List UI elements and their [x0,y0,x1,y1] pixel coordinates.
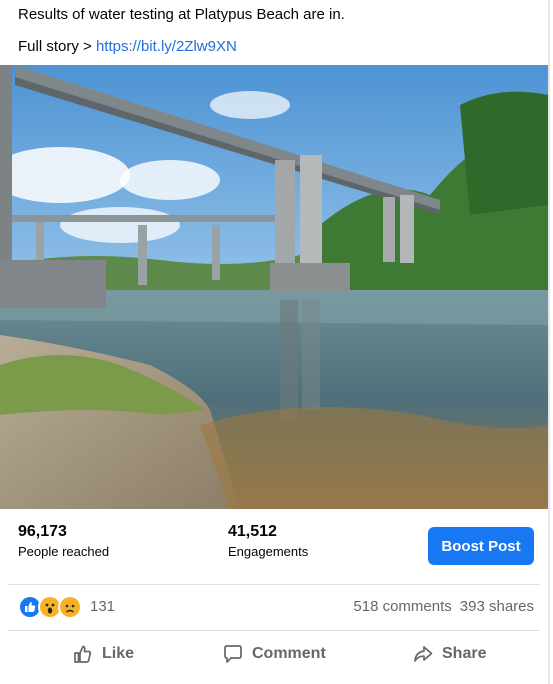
share-icon [414,646,433,662]
engagement-counts: 518 comments 393 shares [353,598,534,615]
story-link[interactable]: https://bit.ly/2Zlw9XN [96,38,237,55]
river-bridge-photo [0,65,548,509]
post-border [548,0,550,684]
post-insights: 96,173 People reached 41,512 Engagements… [0,522,548,582]
share-label: Share [442,645,487,662]
caption-text: Results of water testing at Platypus Bea… [18,6,345,23]
reactions-bar: 131 518 comments 393 shares [18,594,534,620]
divider [8,584,540,585]
like-label: Like [102,645,135,662]
thumbs-up-icon [74,645,92,663]
post-actions: Like Comment Share [8,636,540,672]
reach-label: People reached [18,544,110,559]
comments-count[interactable]: 518 comments [353,598,451,615]
reach-value: 96,173 [18,523,67,540]
divider [8,630,540,631]
comment-icon [224,645,242,663]
comment-button[interactable]: Comment [222,636,326,672]
share-button[interactable]: Share [412,636,486,672]
engagements-stat: 41,512 Engagements [228,522,308,559]
sad-icon [58,595,82,619]
shares-count[interactable]: 393 shares [460,598,534,615]
comment-label: Comment [252,645,326,662]
reach-stat: 96,173 People reached [18,522,109,559]
post-caption: Results of water testing at Platypus Bea… [18,4,345,58]
caption-story-line: Full story > https://bit.ly/2Zlw9XN [18,36,345,58]
engagements-value: 41,512 [228,523,277,540]
like-button[interactable]: Like [72,636,134,672]
reaction-count[interactable]: 131 [90,598,115,615]
facebook-post: Results of water testing at Platypus Bea… [0,0,553,684]
engagements-label: Engagements [228,544,309,559]
post-photo[interactable] [0,65,548,509]
caption-prefix: Full story > [18,38,96,55]
boost-post-button[interactable]: Boost Post [428,527,534,565]
reaction-emojis[interactable] [18,595,82,619]
